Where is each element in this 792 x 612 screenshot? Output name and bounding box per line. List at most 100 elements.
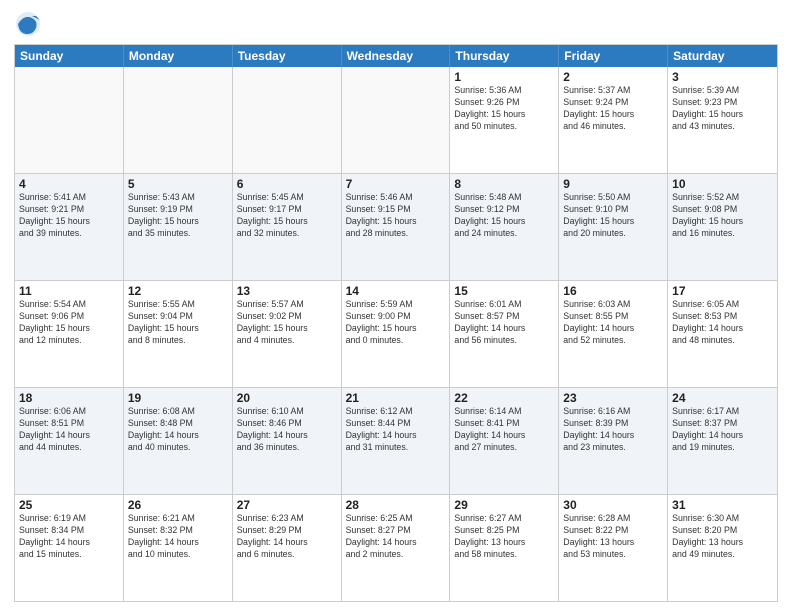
day-info: Sunrise: 5:45 AM Sunset: 9:17 PM Dayligh…	[237, 192, 337, 240]
day-cell-20: 20Sunrise: 6:10 AM Sunset: 8:46 PM Dayli…	[233, 388, 342, 494]
day-cell-18: 18Sunrise: 6:06 AM Sunset: 8:51 PM Dayli…	[15, 388, 124, 494]
day-number: 22	[454, 391, 554, 405]
day-cell-2: 2Sunrise: 5:37 AM Sunset: 9:24 PM Daylig…	[559, 67, 668, 173]
header-day-friday: Friday	[559, 45, 668, 67]
day-cell-28: 28Sunrise: 6:25 AM Sunset: 8:27 PM Dayli…	[342, 495, 451, 601]
day-cell-13: 13Sunrise: 5:57 AM Sunset: 9:02 PM Dayli…	[233, 281, 342, 387]
day-cell-25: 25Sunrise: 6:19 AM Sunset: 8:34 PM Dayli…	[15, 495, 124, 601]
day-info: Sunrise: 6:10 AM Sunset: 8:46 PM Dayligh…	[237, 406, 337, 454]
day-info: Sunrise: 5:36 AM Sunset: 9:26 PM Dayligh…	[454, 85, 554, 133]
calendar-row: 18Sunrise: 6:06 AM Sunset: 8:51 PM Dayli…	[15, 387, 777, 494]
header-day-saturday: Saturday	[668, 45, 777, 67]
day-cell-24: 24Sunrise: 6:17 AM Sunset: 8:37 PM Dayli…	[668, 388, 777, 494]
calendar-row: 25Sunrise: 6:19 AM Sunset: 8:34 PM Dayli…	[15, 494, 777, 601]
calendar-row: 1Sunrise: 5:36 AM Sunset: 9:26 PM Daylig…	[15, 67, 777, 173]
day-number: 14	[346, 284, 446, 298]
day-cell-8: 8Sunrise: 5:48 AM Sunset: 9:12 PM Daylig…	[450, 174, 559, 280]
calendar-body: 1Sunrise: 5:36 AM Sunset: 9:26 PM Daylig…	[15, 67, 777, 601]
day-number: 21	[346, 391, 446, 405]
empty-cell	[15, 67, 124, 173]
page-header	[14, 10, 778, 38]
day-number: 19	[128, 391, 228, 405]
day-cell-11: 11Sunrise: 5:54 AM Sunset: 9:06 PM Dayli…	[15, 281, 124, 387]
day-info: Sunrise: 6:03 AM Sunset: 8:55 PM Dayligh…	[563, 299, 663, 347]
day-info: Sunrise: 5:37 AM Sunset: 9:24 PM Dayligh…	[563, 85, 663, 133]
day-info: Sunrise: 5:50 AM Sunset: 9:10 PM Dayligh…	[563, 192, 663, 240]
day-info: Sunrise: 5:46 AM Sunset: 9:15 PM Dayligh…	[346, 192, 446, 240]
header-day-tuesday: Tuesday	[233, 45, 342, 67]
day-cell-15: 15Sunrise: 6:01 AM Sunset: 8:57 PM Dayli…	[450, 281, 559, 387]
day-info: Sunrise: 6:06 AM Sunset: 8:51 PM Dayligh…	[19, 406, 119, 454]
day-number: 29	[454, 498, 554, 512]
day-number: 31	[672, 498, 773, 512]
calendar: SundayMondayTuesdayWednesdayThursdayFrid…	[14, 44, 778, 602]
day-number: 7	[346, 177, 446, 191]
day-cell-10: 10Sunrise: 5:52 AM Sunset: 9:08 PM Dayli…	[668, 174, 777, 280]
day-cell-22: 22Sunrise: 6:14 AM Sunset: 8:41 PM Dayli…	[450, 388, 559, 494]
day-number: 11	[19, 284, 119, 298]
day-info: Sunrise: 6:23 AM Sunset: 8:29 PM Dayligh…	[237, 513, 337, 561]
day-number: 4	[19, 177, 119, 191]
day-cell-6: 6Sunrise: 5:45 AM Sunset: 9:17 PM Daylig…	[233, 174, 342, 280]
calendar-row: 11Sunrise: 5:54 AM Sunset: 9:06 PM Dayli…	[15, 280, 777, 387]
day-number: 13	[237, 284, 337, 298]
day-number: 3	[672, 70, 773, 84]
day-cell-9: 9Sunrise: 5:50 AM Sunset: 9:10 PM Daylig…	[559, 174, 668, 280]
day-info: Sunrise: 5:48 AM Sunset: 9:12 PM Dayligh…	[454, 192, 554, 240]
calendar-row: 4Sunrise: 5:41 AM Sunset: 9:21 PM Daylig…	[15, 173, 777, 280]
day-info: Sunrise: 6:17 AM Sunset: 8:37 PM Dayligh…	[672, 406, 773, 454]
day-number: 9	[563, 177, 663, 191]
day-number: 17	[672, 284, 773, 298]
day-cell-14: 14Sunrise: 5:59 AM Sunset: 9:00 PM Dayli…	[342, 281, 451, 387]
day-number: 12	[128, 284, 228, 298]
day-cell-23: 23Sunrise: 6:16 AM Sunset: 8:39 PM Dayli…	[559, 388, 668, 494]
day-cell-16: 16Sunrise: 6:03 AM Sunset: 8:55 PM Dayli…	[559, 281, 668, 387]
day-cell-12: 12Sunrise: 5:55 AM Sunset: 9:04 PM Dayli…	[124, 281, 233, 387]
day-info: Sunrise: 6:27 AM Sunset: 8:25 PM Dayligh…	[454, 513, 554, 561]
header-day-wednesday: Wednesday	[342, 45, 451, 67]
day-number: 18	[19, 391, 119, 405]
day-cell-29: 29Sunrise: 6:27 AM Sunset: 8:25 PM Dayli…	[450, 495, 559, 601]
day-info: Sunrise: 6:21 AM Sunset: 8:32 PM Dayligh…	[128, 513, 228, 561]
day-number: 26	[128, 498, 228, 512]
logo-icon	[14, 10, 42, 38]
day-info: Sunrise: 6:08 AM Sunset: 8:48 PM Dayligh…	[128, 406, 228, 454]
header-day-sunday: Sunday	[15, 45, 124, 67]
empty-cell	[233, 67, 342, 173]
day-cell-17: 17Sunrise: 6:05 AM Sunset: 8:53 PM Dayli…	[668, 281, 777, 387]
day-number: 1	[454, 70, 554, 84]
day-number: 20	[237, 391, 337, 405]
day-cell-5: 5Sunrise: 5:43 AM Sunset: 9:19 PM Daylig…	[124, 174, 233, 280]
day-number: 27	[237, 498, 337, 512]
day-number: 15	[454, 284, 554, 298]
day-number: 6	[237, 177, 337, 191]
day-info: Sunrise: 6:28 AM Sunset: 8:22 PM Dayligh…	[563, 513, 663, 561]
day-info: Sunrise: 5:41 AM Sunset: 9:21 PM Dayligh…	[19, 192, 119, 240]
header-day-thursday: Thursday	[450, 45, 559, 67]
day-info: Sunrise: 6:05 AM Sunset: 8:53 PM Dayligh…	[672, 299, 773, 347]
day-info: Sunrise: 6:14 AM Sunset: 8:41 PM Dayligh…	[454, 406, 554, 454]
day-info: Sunrise: 5:52 AM Sunset: 9:08 PM Dayligh…	[672, 192, 773, 240]
day-cell-19: 19Sunrise: 6:08 AM Sunset: 8:48 PM Dayli…	[124, 388, 233, 494]
day-cell-26: 26Sunrise: 6:21 AM Sunset: 8:32 PM Dayli…	[124, 495, 233, 601]
day-number: 25	[19, 498, 119, 512]
day-cell-1: 1Sunrise: 5:36 AM Sunset: 9:26 PM Daylig…	[450, 67, 559, 173]
empty-cell	[124, 67, 233, 173]
logo	[14, 10, 45, 38]
day-info: Sunrise: 6:30 AM Sunset: 8:20 PM Dayligh…	[672, 513, 773, 561]
day-cell-4: 4Sunrise: 5:41 AM Sunset: 9:21 PM Daylig…	[15, 174, 124, 280]
calendar-header: SundayMondayTuesdayWednesdayThursdayFrid…	[15, 45, 777, 67]
day-number: 28	[346, 498, 446, 512]
day-info: Sunrise: 6:19 AM Sunset: 8:34 PM Dayligh…	[19, 513, 119, 561]
day-info: Sunrise: 5:57 AM Sunset: 9:02 PM Dayligh…	[237, 299, 337, 347]
day-cell-7: 7Sunrise: 5:46 AM Sunset: 9:15 PM Daylig…	[342, 174, 451, 280]
day-info: Sunrise: 6:12 AM Sunset: 8:44 PM Dayligh…	[346, 406, 446, 454]
day-info: Sunrise: 5:43 AM Sunset: 9:19 PM Dayligh…	[128, 192, 228, 240]
day-cell-3: 3Sunrise: 5:39 AM Sunset: 9:23 PM Daylig…	[668, 67, 777, 173]
day-info: Sunrise: 6:25 AM Sunset: 8:27 PM Dayligh…	[346, 513, 446, 561]
day-number: 2	[563, 70, 663, 84]
day-number: 10	[672, 177, 773, 191]
empty-cell	[342, 67, 451, 173]
day-cell-27: 27Sunrise: 6:23 AM Sunset: 8:29 PM Dayli…	[233, 495, 342, 601]
day-cell-31: 31Sunrise: 6:30 AM Sunset: 8:20 PM Dayli…	[668, 495, 777, 601]
